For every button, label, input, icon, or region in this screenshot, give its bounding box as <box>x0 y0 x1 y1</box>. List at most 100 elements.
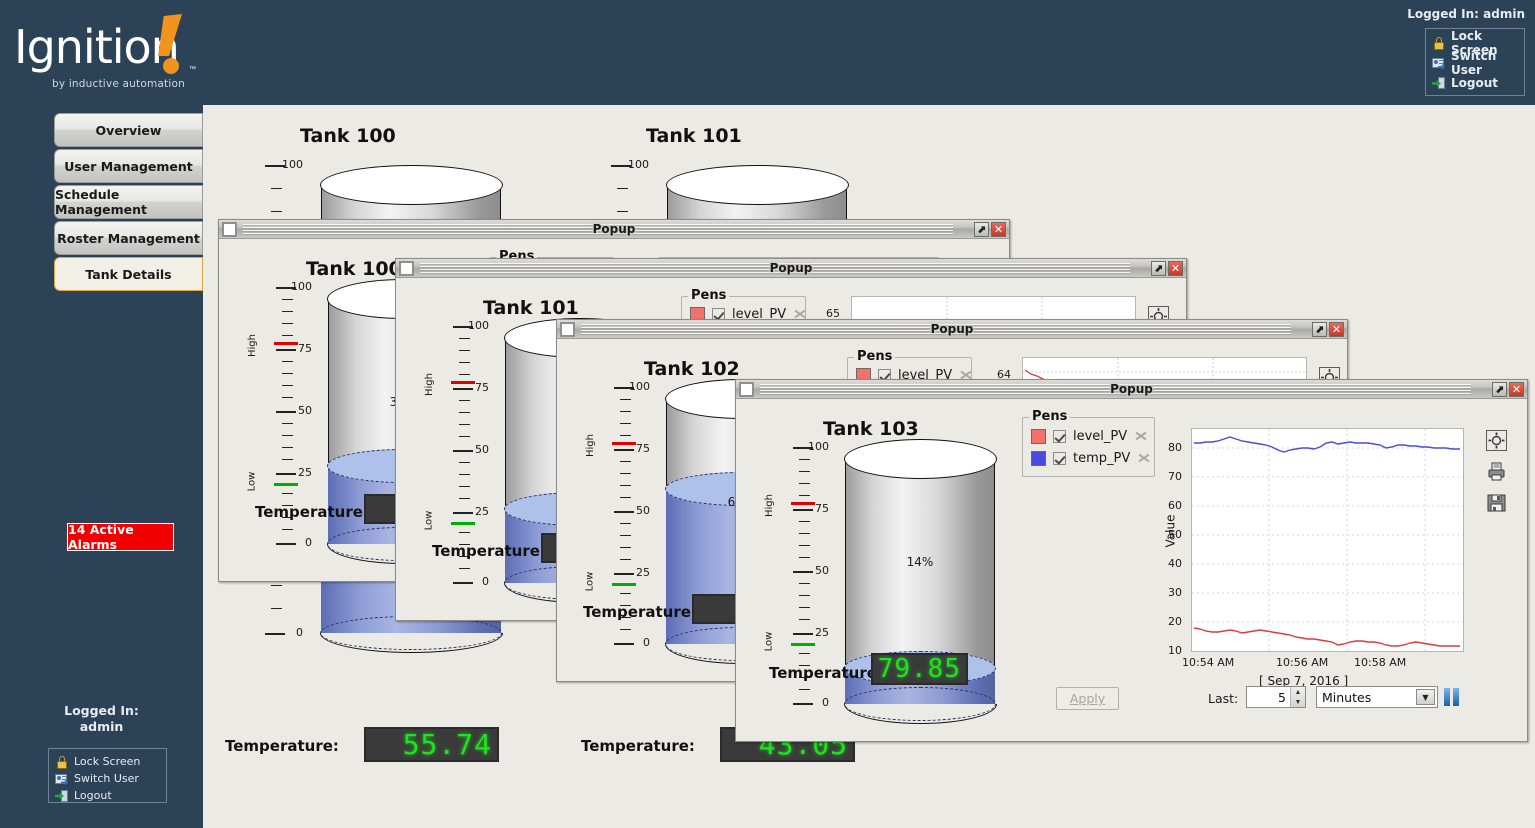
main-tank-100-temp-value: 55.74 <box>364 727 499 762</box>
sidebar-lock-screen-button[interactable]: Lock Screen <box>55 753 160 770</box>
pen-remove-icon[interactable] <box>1137 451 1151 465</box>
fit-icon-glyph <box>1487 431 1506 450</box>
active-alarms-badge[interactable]: 14 Active Alarms <box>67 523 174 551</box>
pen-color-swatch[interactable] <box>1031 429 1046 444</box>
popup-tank-103-temp-value: 79.85 <box>871 653 968 685</box>
chart-y-tick-30: 30 <box>1168 586 1182 599</box>
pen-color-swatch[interactable] <box>1031 451 1046 466</box>
pen-visibility-checkbox[interactable] <box>1053 430 1066 443</box>
sidebar-item-schedule-management[interactable]: Schedule Management <box>54 185 203 219</box>
spinner-down-icon[interactable]: ▼ <box>1291 697 1305 707</box>
popup-tank-100-temp-label: Temperature: <box>255 503 369 521</box>
pen-remove-icon[interactable] <box>1134 429 1148 443</box>
sidebar-item-user-management[interactable]: User Management <box>54 149 203 183</box>
popup-tank-103-widget: 100 High 75 50 25 <box>771 447 1031 667</box>
pens-legend-label: Pens <box>1029 409 1070 424</box>
window-title-bar[interactable]: Popup ⬈ ✕ <box>736 380 1527 399</box>
low-setpoint-marker <box>451 522 475 525</box>
tank-fill-percent: 14% <box>845 555 995 569</box>
active-alarms-label: 14 Active Alarms <box>68 522 173 552</box>
window-title-bar[interactable]: Popup ⬈ ✕ <box>557 320 1347 339</box>
save-icon[interactable] <box>1486 492 1507 513</box>
low-label: Low <box>423 511 434 531</box>
header-logged-in-label: Logged In: admin <box>1407 7 1525 21</box>
window-title: Popup <box>219 222 1009 236</box>
exclamation-icon <box>158 14 192 76</box>
chart-y-tick-40: 40 <box>1168 557 1182 570</box>
window-title-bar[interactable]: Popup ⬈ ✕ <box>219 220 1009 239</box>
chart-y-tick-10: 10 <box>1168 644 1182 657</box>
pause-icon[interactable] <box>1444 688 1460 706</box>
popup-window-tank-103[interactable]: Popup ⬈ ✕ Tank 103 100 High 75 <box>735 379 1528 742</box>
chart-x-tick-1: 10:54 AM <box>1182 656 1234 669</box>
popup-tank-102-temp-label: Temperature: <box>583 603 697 621</box>
close-icon[interactable]: ✕ <box>991 222 1006 237</box>
print-icon[interactable] <box>1486 461 1507 482</box>
window-title: Popup <box>557 322 1347 336</box>
sidebar-item-roster-management[interactable]: Roster Management <box>54 221 203 255</box>
pen-row[interactable]: temp_PV <box>1023 447 1154 469</box>
close-icon[interactable]: ✕ <box>1168 261 1183 276</box>
main-tank-100-temp-label: Temperature: <box>225 737 339 755</box>
spinner-arrows[interactable]: ▲ ▼ <box>1290 687 1305 707</box>
app-logo: Ignition ™ by inductive automation <box>8 8 198 98</box>
pen-row[interactable]: level_PV <box>1023 425 1154 447</box>
pen-visibility-checkbox[interactable] <box>1053 452 1066 465</box>
pens-panel: Pens level_PV temp_PV <box>1022 417 1155 477</box>
sidebar-username: admin <box>48 719 155 735</box>
popup-tank-101-title: Tank 101 <box>483 297 579 319</box>
sidebar-logout-button[interactable]: Logout <box>55 787 160 804</box>
sidebar-item-label: Roster Management <box>57 231 200 246</box>
close-icon[interactable]: ✕ <box>1329 322 1344 337</box>
sidebar-item-label: User Management <box>64 159 193 174</box>
window-content: Tank 103 100 High 75 50 <box>736 399 1527 741</box>
sidebar: Ignition ™ by inductive automation Overv… <box>0 0 203 828</box>
time-unit-value: Minutes <box>1322 690 1371 705</box>
header-switch-user-button[interactable]: Switch User <box>1432 53 1518 73</box>
main-tank-101-title: Tank 101 <box>646 125 742 147</box>
chart-y-tick-60: 60 <box>1168 499 1182 512</box>
pen-name-label: temp_PV <box>1073 451 1130 466</box>
header-session-actions: Lock Screen Switch User Logout <box>1425 28 1525 96</box>
chart-y-tick-80: 80 <box>1168 441 1182 454</box>
spinner-up-icon[interactable]: ▲ <box>1291 687 1305 697</box>
maximize-icon[interactable]: ⬈ <box>1151 261 1166 276</box>
sidebar-item-label: Schedule Management <box>55 187 202 217</box>
maximize-icon[interactable]: ⬈ <box>1312 322 1327 337</box>
last-value-spinner[interactable]: 5 ▲ ▼ <box>1246 686 1306 708</box>
pen-name-label: level_PV <box>1073 429 1127 444</box>
maximize-icon[interactable]: ⬈ <box>974 222 989 237</box>
sidebar-logged-in-label: Logged In: <box>48 703 155 719</box>
apply-button[interactable]: Apply <box>1056 687 1119 710</box>
sidebar-session-actions: Lock Screen Switch User Logout <box>48 748 167 803</box>
popup-tank-103-temp-label: Temperature: <box>769 664 883 682</box>
trend-chart-plot[interactable] <box>1191 428 1464 652</box>
trademark-symbol: ™ <box>189 66 196 73</box>
chart-x-tick-2: 10:56 AM <box>1276 656 1328 669</box>
time-unit-select[interactable]: Minutes ▼ <box>1316 686 1438 708</box>
chart-tool-bar <box>1486 430 1507 513</box>
last-label: Last: <box>1208 691 1238 706</box>
sidebar-item-overview[interactable]: Overview <box>54 113 203 147</box>
print-icon-glyph <box>1486 461 1507 482</box>
window-title: Popup <box>736 382 1527 396</box>
apply-button-label: Apply <box>1070 691 1105 706</box>
header-switch-user-label: Switch User <box>1451 49 1518 77</box>
popup-tank-103-title: Tank 103 <box>823 418 919 440</box>
window-title-bar[interactable]: Popup ⬈ ✕ <box>396 259 1186 278</box>
sidebar-switch-user-button[interactable]: Switch User <box>55 770 160 787</box>
logout-icon <box>55 789 69 803</box>
maximize-icon[interactable]: ⬈ <box>1492 382 1507 397</box>
sidebar-item-tank-details[interactable]: Tank Details <box>54 257 203 291</box>
low-label: Low <box>246 472 257 492</box>
low-label: Low <box>763 632 774 652</box>
switch-user-icon <box>55 772 69 786</box>
main-tank-100-title: Tank 100 <box>300 125 396 147</box>
lock-icon <box>55 755 69 769</box>
close-icon[interactable]: ✕ <box>1509 382 1524 397</box>
chevron-down-icon[interactable]: ▼ <box>1416 689 1435 705</box>
last-value-input[interactable]: 5 <box>1247 690 1290 705</box>
fit-icon[interactable] <box>1486 430 1507 451</box>
pens-legend-label: Pens <box>854 349 895 364</box>
chart-x-tick-3: 10:58 AM <box>1354 656 1406 669</box>
